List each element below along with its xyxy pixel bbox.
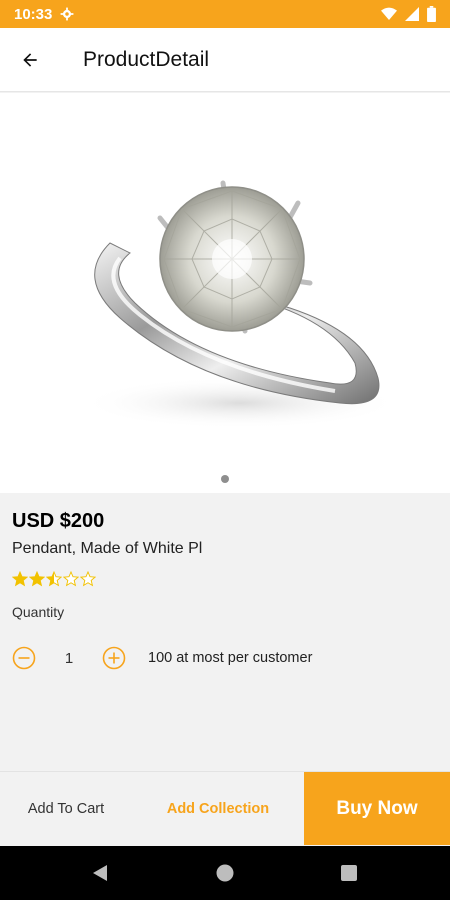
signal-icon — [405, 7, 419, 21]
star-icon — [46, 571, 62, 587]
product-description: Pendant, Made of White Pl — [12, 540, 203, 557]
product-price: USD $200 — [12, 510, 105, 532]
product-image-carousel[interactable] — [0, 93, 450, 493]
arrow-left-icon — [23, 52, 37, 67]
home-circle-icon[interactable] — [213, 861, 237, 885]
star-icon — [29, 571, 45, 587]
wifi-icon — [381, 7, 397, 21]
battery-icon — [427, 6, 436, 22]
ring-image — [80, 180, 400, 429]
page-title: ProductDetail — [83, 47, 210, 71]
status-icons — [381, 6, 436, 22]
buy-now-button[interactable]: Buy Now — [304, 772, 450, 845]
increase-quantity-button[interactable] — [102, 646, 126, 670]
rating-stars — [12, 571, 96, 587]
app-bar: ProductDetail — [0, 28, 450, 92]
add-collection-button[interactable]: Add Collection — [132, 772, 304, 845]
settings-icon — [60, 7, 74, 21]
quantity-stepper: 1 100 at most per customer — [12, 645, 312, 671]
status-bar: 10:33 — [0, 0, 450, 28]
add-to-cart-button[interactable]: Add To Cart — [0, 772, 132, 845]
system-navigation-bar — [0, 846, 450, 900]
bottom-action-bar: Add To Cart Add Collection Buy Now — [0, 771, 450, 845]
carousel-page-indicator — [221, 475, 229, 483]
quantity-label: Quantity — [12, 604, 65, 620]
star-icon — [80, 571, 96, 587]
status-time: 10:33 — [14, 5, 53, 23]
back-triangle-icon[interactable] — [88, 861, 112, 885]
star-icon — [12, 571, 28, 587]
back-button[interactable] — [0, 28, 60, 92]
recents-square-icon[interactable] — [337, 861, 361, 885]
quantity-limit-note: 100 at most per customer — [148, 650, 313, 666]
quantity-value: 1 — [64, 649, 74, 667]
product-info: USD $200 Pendant, Made of White Pl Quant… — [0, 493, 450, 770]
star-icon — [63, 571, 79, 587]
decrease-quantity-button[interactable] — [12, 646, 36, 670]
